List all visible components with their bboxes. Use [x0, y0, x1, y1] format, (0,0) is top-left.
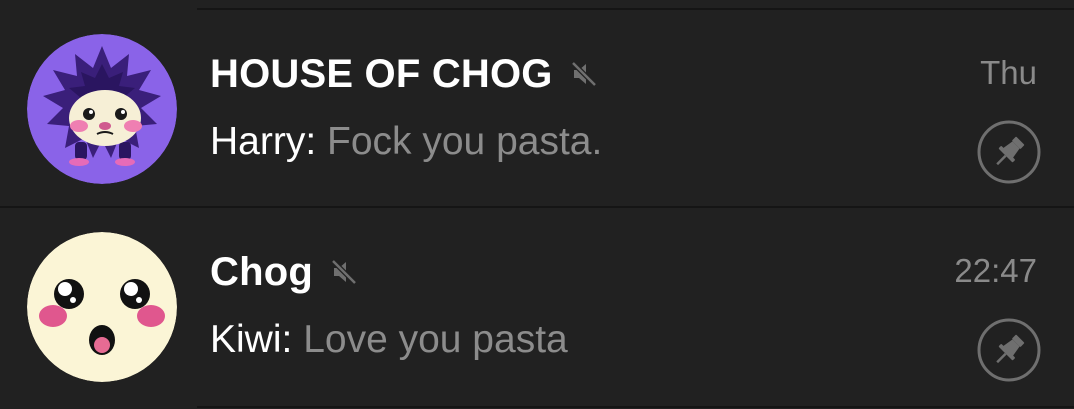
chat-time: Thu	[980, 54, 1037, 91]
message-preview: Kiwi: Love you pasta	[210, 318, 568, 362]
chat-row-house-of-chog[interactable]: HOUSE OF CHOG Thu Harry: Fock you pasta.	[0, 10, 1074, 206]
chat-name: HOUSE OF CHOG	[210, 51, 553, 96]
message-preview: Harry: Fock you pasta.	[210, 120, 602, 164]
pin-icon[interactable]	[977, 120, 1041, 184]
pin-icon[interactable]	[977, 318, 1041, 382]
message-sender: Harry:	[210, 120, 327, 163]
chat-name: Chog	[210, 249, 313, 294]
chat-avatar[interactable]	[27, 34, 177, 184]
chat-time: 22:47	[954, 252, 1037, 289]
message-sender: Kiwi:	[210, 318, 304, 361]
muted-speaker-icon	[569, 59, 599, 89]
divider	[197, 406, 1074, 408]
purple-spiky-chog-avatar-icon	[27, 34, 177, 184]
chat-avatar[interactable]	[27, 232, 177, 382]
muted-speaker-icon	[329, 257, 359, 287]
chat-list: HOUSE OF CHOG Thu Harry: Fock you pasta.	[0, 0, 1074, 409]
chat-title-line: HOUSE OF CHOG	[210, 46, 599, 102]
chat-row-chog[interactable]: Chog 22:47 Kiwi: Love you pasta	[0, 208, 1074, 404]
message-text: Love you pasta	[303, 318, 568, 361]
message-text: Fock you pasta.	[327, 120, 603, 163]
cream-face-chog-avatar-icon	[27, 232, 177, 382]
chat-title-line: Chog	[210, 244, 359, 300]
